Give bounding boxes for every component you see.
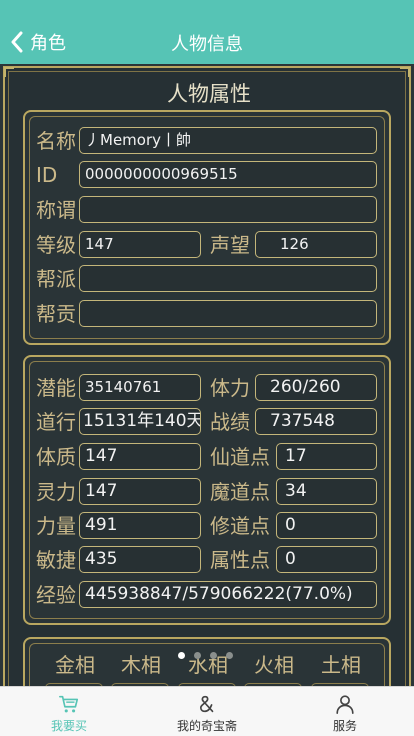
element-metal-label: 金相 xyxy=(55,653,95,677)
strength-label: 力量 xyxy=(36,514,76,538)
tab-buy[interactable]: 我要买 xyxy=(0,687,138,736)
name-label: 名称 xyxy=(36,129,76,153)
reputation-field[interactable]: 126 xyxy=(255,231,377,258)
faction-field[interactable] xyxy=(79,265,377,292)
page-dot[interactable] xyxy=(194,652,201,659)
spirit-label: 灵力 xyxy=(36,480,76,504)
element-fire-label: 火相 xyxy=(254,653,294,677)
experience-field[interactable]: 445938847/579066222(77.0%) xyxy=(79,581,377,608)
page-title: 人物信息 xyxy=(171,34,243,55)
cultivation-points-field[interactable]: 0 xyxy=(276,512,377,539)
title-field[interactable] xyxy=(79,196,377,223)
page-dot-active[interactable] xyxy=(178,652,185,659)
stamina-field[interactable]: 260/260 xyxy=(255,374,377,401)
spirit-field[interactable]: 147 xyxy=(79,478,201,505)
potential-field[interactable]: 35140761 xyxy=(79,374,201,401)
navbar: 角色 人物信息 xyxy=(0,0,414,64)
person-icon xyxy=(336,695,354,714)
immortal-points-field[interactable]: 17 xyxy=(276,443,377,470)
element-wood-label: 木相 xyxy=(121,653,161,677)
reputation-label: 声望 xyxy=(210,233,250,257)
page-dot[interactable] xyxy=(210,652,217,659)
name-field[interactable]: 丿Memory丨帥 xyxy=(79,127,377,154)
demon-points-label: 魔道点 xyxy=(210,480,270,504)
constitution-label: 体质 xyxy=(36,445,76,469)
taoism-field[interactable]: 15131年140天 xyxy=(79,408,201,435)
experience-label: 经验 xyxy=(36,583,76,607)
frame-corner-ornament xyxy=(400,67,410,77)
agility-field[interactable]: 435 xyxy=(79,546,201,573)
stamina-label: 体力 xyxy=(210,376,250,400)
demon-points-field[interactable]: 34 xyxy=(276,478,377,505)
contribution-label: 帮贡 xyxy=(36,302,76,326)
tab-bar: 我要买 我的奇宝斋 服务 xyxy=(0,686,414,736)
cart-icon xyxy=(59,695,79,713)
contribution-field[interactable] xyxy=(79,300,377,327)
tab-treasure[interactable]: 我的奇宝斋 xyxy=(138,687,276,736)
merit-field[interactable]: 737548 xyxy=(255,408,377,435)
tab-buy-label: 我要买 xyxy=(50,719,87,733)
id-label: ID xyxy=(36,163,58,187)
potential-label: 潜能 xyxy=(36,376,76,400)
tab-service[interactable]: 服务 xyxy=(276,687,414,736)
merit-label: 战绩 xyxy=(210,410,250,434)
faction-label: 帮派 xyxy=(36,267,76,291)
element-earth-label: 土相 xyxy=(321,653,361,677)
ampersand-icon xyxy=(200,695,214,713)
level-field[interactable]: 147 xyxy=(79,231,201,258)
id-field[interactable]: 0000000000969515 xyxy=(79,161,377,188)
cultivation-points-label: 修道点 xyxy=(210,514,270,538)
attribute-points-label: 属性点 xyxy=(210,548,270,572)
attribute-points-field[interactable]: 0 xyxy=(276,546,377,573)
taoism-label: 道行 xyxy=(36,410,76,434)
agility-label: 敏捷 xyxy=(36,548,76,572)
tab-service-label: 服务 xyxy=(332,719,357,733)
constitution-field[interactable]: 147 xyxy=(79,443,201,470)
tab-treasure-label: 我的奇宝斋 xyxy=(176,719,237,733)
page-dot[interactable] xyxy=(226,652,233,659)
level-label: 等级 xyxy=(36,233,76,257)
title-label: 称谓 xyxy=(36,198,76,222)
strength-field[interactable]: 491 xyxy=(79,512,201,539)
section-title: 人物属性 xyxy=(167,82,251,106)
frame-corner-ornament xyxy=(4,67,14,77)
immortal-points-label: 仙道点 xyxy=(210,445,270,469)
page-indicator[interactable] xyxy=(178,652,233,659)
